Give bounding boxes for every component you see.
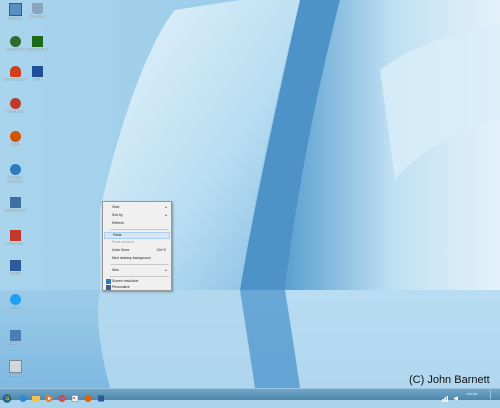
taskbar-internet-explorer[interactable] [18,390,28,402]
submenu-arrow-icon: ▸ [165,205,167,209]
menu-item-label: Refresh [112,221,124,225]
menu-item-label: Screen resolution [112,279,139,283]
poweriso-icon [9,330,21,341]
recycle-bin-icon [31,3,43,14]
menu-item-label: New [112,268,119,272]
menu-item-label: Next desktop background [112,256,151,260]
desktop-context-menu: View ▸ Sort by ▸ Refresh Paste Paste sho… [102,201,172,291]
menu-separator [110,264,169,265]
desktop-icon-firefox[interactable]: Firefox [0,131,30,151]
taskbar-word[interactable] [96,390,106,402]
menu-item-label: View [112,205,120,209]
systemcare-icon [9,164,21,175]
skype-icon [9,294,21,305]
mozbackup-icon [9,230,21,241]
menu-item-new[interactable]: New ▸ [104,267,170,274]
notepad-icon [8,360,22,373]
skype-desktop-icon [31,36,43,47]
winamp-icon [9,260,21,271]
tray-volume[interactable] [452,390,462,401]
menu-item-shortcut: Ctrl+Z [156,248,166,252]
menu-item-refresh[interactable]: Refresh [104,220,170,227]
taskbar-media-player[interactable] [44,390,54,402]
firefox-icon [84,395,92,402]
menu-item-label: Undo Move [112,248,130,252]
office-icon [9,197,21,208]
menu-item-label: Paste shortcut [112,240,134,244]
network-icon [442,396,448,402]
word-document-icon [31,66,43,77]
menu-separator [110,229,169,230]
desktop-icon-skype-desktop[interactable]: Skype Desktop [22,36,52,56]
menu-item-label: Paste [113,233,122,237]
taskbar-firefox[interactable] [83,390,93,402]
volume-icon [454,396,458,401]
start-button[interactable] [2,390,12,403]
submenu-arrow-icon: ▸ [165,268,167,272]
windows-logo-icon [2,394,12,403]
menu-item-sort-by[interactable]: Sort by ▸ [104,212,170,219]
clock[interactable]: 4:56 PM [466,389,477,400]
copyright-watermark: (C) John Barnett [409,374,490,386]
firefox-icon [9,131,21,142]
internet-explorer-icon [19,395,27,402]
menu-item-personalize[interactable]: Personalize [104,284,170,291]
paint-icon [71,395,79,402]
vlc-cone-icon [9,66,21,77]
menu-item-paste-shortcut[interactable]: Paste shortcut [104,239,170,246]
submenu-arrow-icon: ▸ [165,213,167,217]
taskbar: 4:56 PM [0,388,500,403]
tray-network[interactable] [440,390,450,402]
desktop-icon-skype[interactable]: Skype [0,294,30,314]
media-player-icon [45,395,53,402]
menu-item-undo-move[interactable]: Undo Move Ctrl+Z [104,247,170,254]
taskbar-paint[interactable] [70,390,80,402]
folder-icon [32,396,40,402]
desktop-icon-mozbackup[interactable]: MozBackup [0,230,30,250]
word-icon [98,395,104,402]
taskbar-file-explorer[interactable] [31,390,41,402]
menu-item-label: Personalize [112,285,130,289]
chrome-icon [58,395,66,402]
control-panel-icon [9,36,21,47]
desktop-icon-notepad[interactable]: Notepad [0,360,30,382]
desktop-icon-advanced-office[interactable]: Advanced Office [0,197,30,217]
menu-separator [110,276,169,277]
taskbar-chrome[interactable] [57,390,67,402]
menu-item-next-background[interactable]: Next desktop background [104,255,170,262]
desktop-icon-advanced-systemcare[interactable]: Advanced SystemCare [0,164,30,184]
menu-item-label: Sort by [112,213,123,217]
menu-item-view[interactable]: View ▸ [104,204,170,211]
desktop-icon-winamp[interactable]: Winamp [0,260,30,280]
snagit-icon [9,98,21,109]
desktop-icon-word[interactable]: Word [22,66,52,86]
desktop-icon-poweriso[interactable]: PowerISO [0,330,30,350]
desktop-wallpaper[interactable] [0,0,500,400]
desktop-icon-snagit[interactable]: SnagIt Editor [0,98,30,118]
menu-item-paste[interactable]: Paste [104,232,170,239]
computer-icon [8,3,22,16]
personalize-icon [106,285,111,290]
show-desktop-button[interactable] [490,390,500,399]
desktop-icon-recycle-bin[interactable]: Recycle Bin [22,3,52,23]
